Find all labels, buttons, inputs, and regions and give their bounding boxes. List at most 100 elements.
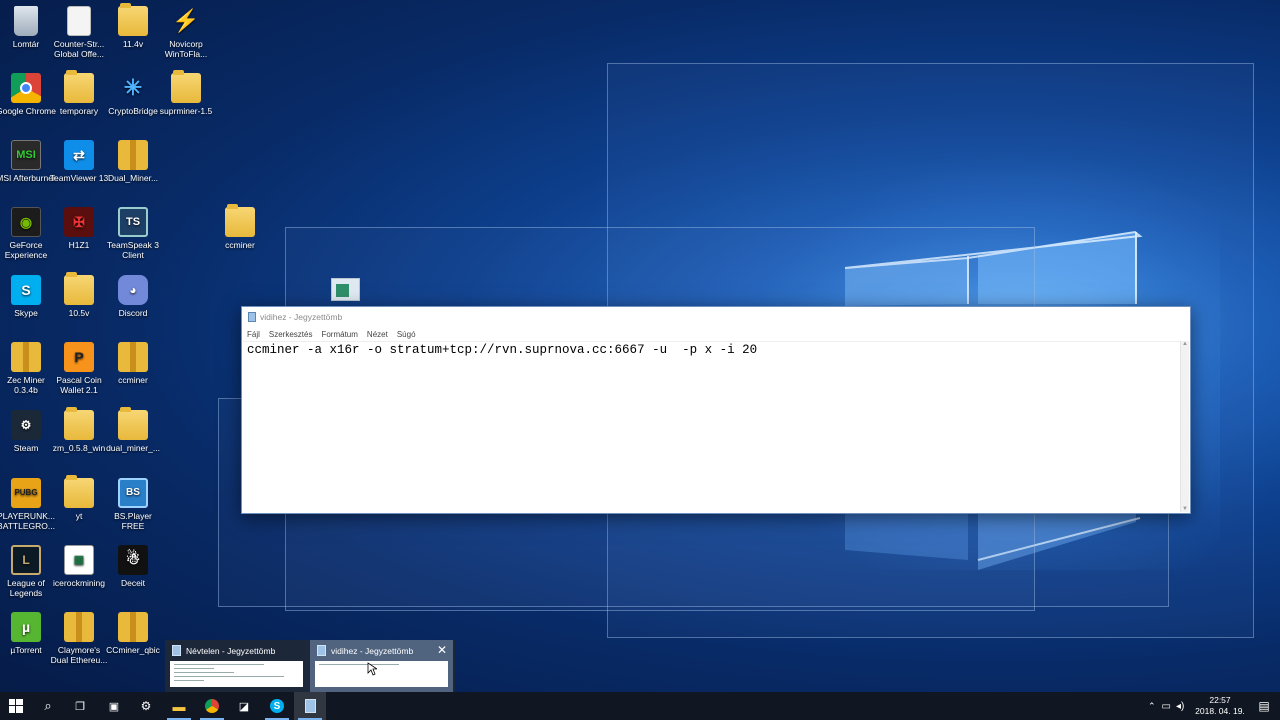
task-view-button[interactable]: ❐: [64, 692, 96, 720]
desktop-icon-label: Novicorp WinToFla...: [164, 39, 208, 59]
app-icon: ◪: [238, 700, 250, 713]
teamspeak-icon: TS: [118, 207, 148, 237]
thumbnail-vidihez-notepad[interactable]: vidihez - Jegyzettömb ✕: [310, 640, 453, 692]
menu-edit[interactable]: Szerkesztés: [269, 330, 313, 339]
recycle-bin-icon: [14, 6, 38, 36]
taskbar-thumbnail-preview: Névtelen - Jegyzettömb vidihez - Jegyzet…: [165, 640, 455, 692]
desktop-icon-dual-miner[interactable]: Dual_Miner...: [102, 140, 164, 183]
desktop-icon-label: 10.5v: [68, 308, 90, 318]
desktop-icon-10-5v[interactable]: 10.5v: [48, 272, 110, 318]
taskbar-file-explorer[interactable]: ▬: [163, 692, 195, 720]
desktop-icon-h1z1[interactable]: ✠ H1Z1: [48, 207, 110, 250]
folder-icon: [118, 3, 148, 36]
notepad-title: vidihez - Jegyzettömb: [260, 312, 343, 322]
steam-icon: ⚙: [11, 410, 41, 440]
league-icon: L: [11, 545, 41, 575]
taskbar-skype[interactable]: S: [261, 692, 293, 720]
desktop-icon-bsplayer[interactable]: BS BS.Player FREE: [102, 478, 164, 531]
taskbar-app-button[interactable]: ▣: [98, 692, 130, 720]
notepad-title-bar[interactable]: vidihez - Jegyzettömb: [242, 307, 1190, 327]
desktop-icon-icerockmining[interactable]: ▦ icerockmining: [48, 545, 110, 588]
desktop-icon-teamviewer[interactable]: ⇄ TeamViewer 13: [48, 140, 110, 183]
h1z1-icon: ✠: [64, 207, 94, 237]
steam-icon: ⚙: [140, 699, 152, 713]
menu-file[interactable]: Fájl: [247, 330, 260, 339]
desktop-icon-discord[interactable]: ◕ Discord: [102, 275, 164, 318]
folder-icon: [118, 407, 148, 440]
zip-folder-icon: [64, 612, 94, 642]
thumbnail-untitled-notepad[interactable]: Névtelen - Jegyzettömb: [165, 640, 308, 692]
desktop-icon-suprminer[interactable]: suprminer-1.5: [155, 70, 217, 116]
folder-icon: [225, 204, 255, 237]
folder-icon: [64, 70, 94, 103]
chrome-icon: [205, 699, 219, 713]
cryptobridge-icon: ✳: [123, 75, 143, 100]
folder-icon: [64, 475, 94, 508]
menu-help[interactable]: Súgó: [397, 330, 416, 339]
close-icon[interactable]: ✕: [437, 643, 447, 657]
msi-afterburner-icon: MSI: [11, 140, 41, 170]
desktop-icon-ccminer-zip[interactable]: ccminer: [102, 342, 164, 385]
menu-view[interactable]: Nézet: [367, 330, 388, 339]
folder-icon: [171, 70, 201, 103]
desktop-icon-teamspeak[interactable]: TS TeamSpeak 3 Client: [102, 207, 164, 260]
task-view-icon: ❐: [75, 700, 85, 713]
desktop-icon-label: Pascal Coin Wallet 2.1: [56, 375, 102, 395]
desktop-icon-dual-miner-folder[interactable]: dual_miner_...: [102, 407, 164, 453]
desktop-icon-label: ccminer: [225, 240, 255, 250]
thumbnail-title: vidihez - Jegyzettömb: [331, 646, 414, 656]
thumbnail-title: Névtelen - Jegyzettömb: [186, 646, 276, 656]
desktop-icon-label: TeamViewer 13: [49, 173, 109, 183]
network-icon[interactable]: ▭: [1162, 701, 1171, 712]
desktop-icon-label: Claymore's Dual Ethereu...: [50, 645, 108, 665]
taskbar-app-button[interactable]: ◪: [228, 692, 260, 720]
desktop-icon-label: suprminer-1.5: [159, 106, 213, 116]
desktop-icon-label: H1Z1: [68, 240, 90, 250]
mouse-cursor-icon: [367, 662, 377, 676]
spreadsheet-icon: ▦: [64, 545, 94, 575]
start-icon: [9, 699, 23, 713]
desktop-icon-label: yt: [75, 511, 83, 521]
vertical-scrollbar[interactable]: [1180, 341, 1189, 512]
system-tray: ⌃ ▭ ◂): [1148, 692, 1184, 720]
desktop-icon-zm[interactable]: zm_0.5.8_win: [48, 407, 110, 453]
desktop-icon-deceit[interactable]: ☃ Deceit: [102, 545, 164, 588]
desktop-icon-novicorp[interactable]: ⚡ Novicorp WinToFla...: [155, 6, 217, 60]
taskbar-chrome[interactable]: [196, 692, 228, 720]
chevron-up-icon[interactable]: ⌃: [1148, 701, 1156, 712]
desktop-icon-claymore[interactable]: Claymore's Dual Ethereu...: [48, 612, 110, 665]
notepad-window[interactable]: vidihez - Jegyzettömb Fájl Szerkesztés F…: [241, 306, 1191, 514]
start-button[interactable]: [0, 692, 32, 720]
taskbar-notepad[interactable]: [294, 692, 326, 720]
deceit-icon: ☃: [118, 545, 148, 575]
discord-icon: ◕: [118, 275, 148, 305]
window-thumbnail-icon: [331, 278, 360, 301]
taskbar-clock[interactable]: 22:57 2018. 04. 19.: [1192, 695, 1248, 717]
document-icon: [67, 6, 91, 36]
desktop-icon-ccminer-folder[interactable]: ccminer: [209, 204, 271, 250]
desktop-icon-label: temporary: [59, 106, 99, 116]
desktop-icon-label: TeamSpeak 3 Client: [107, 240, 159, 260]
action-center-button[interactable]: ▤: [1248, 692, 1280, 720]
desktop-icon-temporary[interactable]: temporary: [48, 70, 110, 116]
desktop-icon-label: Deceit: [120, 578, 146, 588]
taskbar-steam[interactable]: ⚙: [130, 692, 162, 720]
skype-icon: S: [11, 275, 41, 305]
bsplayer-icon: BS: [118, 478, 148, 508]
desktop-icon-label: Counter-Str... Global Offe...: [53, 39, 105, 59]
notepad-text-area[interactable]: ccminer -a x16r -o stratum+tcp://rvn.sup…: [243, 341, 1180, 512]
app-icon: ▣: [108, 700, 120, 713]
desktop-icon-ccminer-qbic[interactable]: CCminer_qbic: [102, 612, 164, 655]
volume-icon[interactable]: ◂): [1176, 701, 1184, 712]
desktop-icon-csgo[interactable]: Counter-Str... Global Offe...: [48, 6, 110, 59]
wizard-icon: ⚡: [172, 8, 200, 33]
notepad-icon: [304, 699, 316, 713]
taskbar: ⌕ ❐ ▣ ⚙ ▬ ◪ S ⌃ ▭ ◂) 22:57 2018. 04. 19.…: [0, 692, 1280, 720]
desktop-icon-yt[interactable]: yt: [48, 475, 110, 521]
geforce-icon: ◉: [11, 207, 41, 237]
search-button[interactable]: ⌕: [32, 692, 64, 720]
notepad-icon: [248, 312, 256, 322]
menu-format[interactable]: Formátum: [321, 330, 357, 339]
desktop-icon-pascal-coin[interactable]: P Pascal Coin Wallet 2.1: [48, 342, 110, 395]
desktop-icon-label: icerockmining: [53, 578, 105, 588]
